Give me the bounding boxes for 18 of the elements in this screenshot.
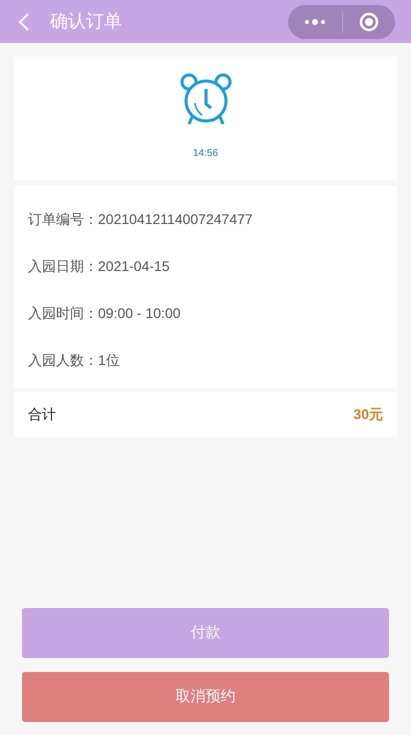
page-title: 确认订单: [50, 10, 122, 33]
total-label: 合计: [28, 405, 56, 424]
cancel-button[interactable]: 取消预约: [22, 672, 389, 722]
field-value: 09:00 - 10:00: [98, 304, 181, 323]
field-label: 入园时间：: [28, 304, 98, 323]
countdown-time: 14:56: [192, 147, 218, 161]
total-amount: 30元: [353, 405, 383, 424]
field-value: 1位: [98, 351, 120, 370]
field-label: 入园人数：: [28, 351, 98, 370]
field-value: 20210412114007247477: [98, 210, 253, 229]
close-icon[interactable]: [359, 12, 379, 32]
pay-button[interactable]: 付款: [22, 608, 389, 658]
alarm-clock-icon: [178, 73, 232, 127]
field-label: 入园日期：: [28, 257, 98, 276]
field-label: 订单编号：: [28, 210, 98, 229]
field-value: 2021-04-15: [98, 257, 170, 276]
back-icon[interactable]: [18, 12, 30, 32]
more-icon[interactable]: [304, 18, 326, 24]
